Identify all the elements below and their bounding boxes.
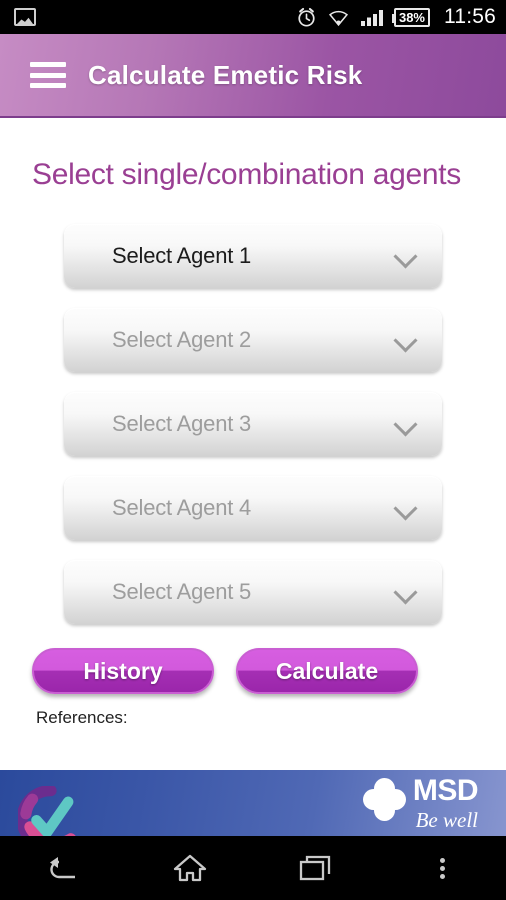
msd-brand-text: MSD	[412, 774, 479, 807]
hamburger-menu-icon[interactable]	[30, 62, 66, 88]
agent-select-1-label: Select Agent 1	[112, 243, 252, 268]
wifi-icon	[328, 10, 348, 26]
phone-screen: 38% 11:56 Calculate Emetic Risk Select s…	[0, 0, 506, 900]
recent-apps-button[interactable]	[253, 854, 380, 882]
history-button[interactable]: History	[32, 648, 214, 694]
agent-select-5[interactable]: Select Agent 5	[64, 560, 442, 624]
battery-indicator: 38%	[391, 7, 430, 27]
msd-tagline-text: Be well	[415, 808, 478, 832]
status-bar-left	[14, 8, 296, 26]
agent-select-4-label: Select Agent 4	[112, 495, 252, 520]
status-bar: 38% 11:56	[0, 0, 506, 34]
calculate-button[interactable]: Calculate	[236, 648, 418, 694]
alarm-clock-icon	[298, 7, 315, 27]
agent-select-list: Select Agent 1 Select Agent 2 Select Age…	[0, 224, 506, 624]
msd-clover-icon	[362, 778, 407, 822]
agent-select-2-label: Select Agent 2	[112, 327, 252, 352]
status-bar-right: 38% 11:56	[296, 5, 496, 29]
chevron-down-icon	[394, 245, 416, 267]
chevron-down-icon	[394, 413, 416, 435]
overflow-menu-icon	[440, 855, 446, 882]
home-button[interactable]	[127, 852, 254, 884]
msd-branding: MSD Be well	[362, 774, 479, 833]
battery-level-text: 38%	[398, 9, 425, 25]
agent-select-3-label: Select Agent 3	[112, 411, 252, 436]
clock-text: 11:56	[444, 5, 496, 28]
agent-select-5-label: Select Agent 5	[112, 579, 252, 604]
section-heading: Select single/combination agents	[32, 158, 462, 191]
agent-select-2[interactable]: Select Agent 2	[64, 308, 442, 372]
overflow-menu-button[interactable]	[380, 855, 506, 882]
back-arrow-icon	[50, 857, 76, 879]
recent-apps-icon	[300, 855, 331, 881]
references-label: References:	[36, 708, 128, 727]
main-content: Select single/combination agents Select …	[0, 118, 506, 758]
chevron-down-icon	[394, 497, 416, 519]
chevron-down-icon	[394, 329, 416, 351]
back-button[interactable]	[0, 853, 127, 883]
action-button-row: History Calculate	[0, 644, 506, 694]
app-header: Calculate Emetic Risk	[0, 34, 506, 118]
agent-select-1[interactable]: Select Agent 1	[64, 224, 442, 288]
agent-select-4[interactable]: Select Agent 4	[64, 476, 442, 540]
agent-select-3[interactable]: Select Agent 3	[64, 392, 442, 456]
msd-wordmark: MSD Be well	[412, 774, 479, 833]
home-icon	[173, 854, 206, 882]
page-title: Calculate Emetic Risk	[88, 59, 363, 90]
signal-bars-icon	[360, 9, 383, 26]
android-nav-bar	[0, 836, 506, 900]
image-icon	[14, 8, 36, 26]
chevron-down-icon	[394, 581, 416, 603]
